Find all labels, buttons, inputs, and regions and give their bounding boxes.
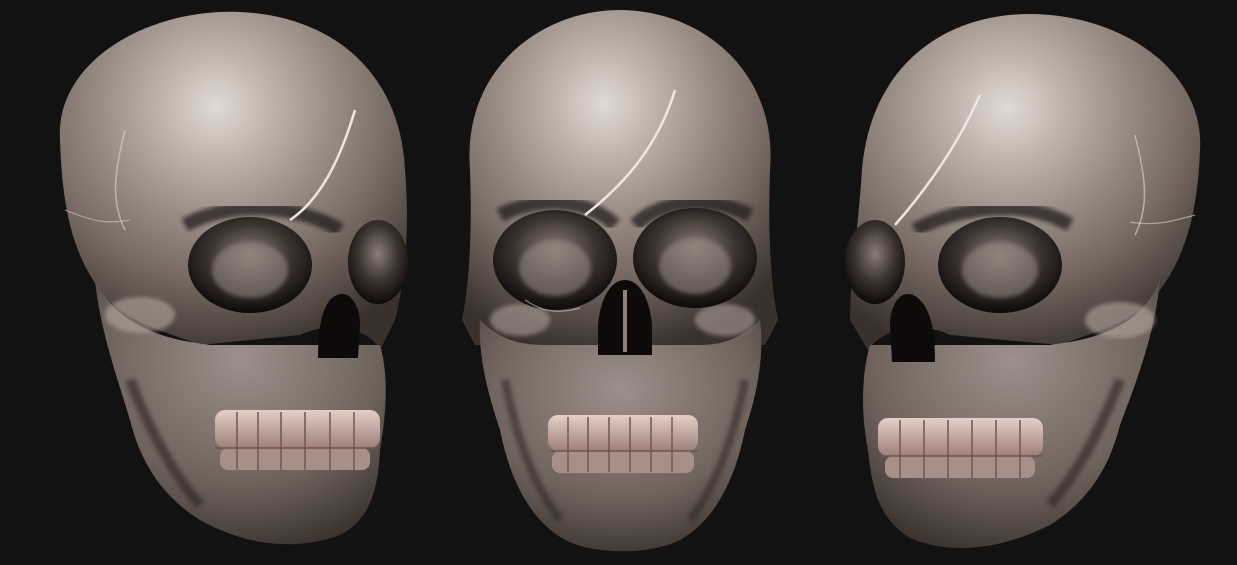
- eye-socket-left-b: [348, 220, 408, 304]
- teeth-left: [215, 410, 380, 470]
- skull-view-right: [845, 14, 1201, 548]
- skull-render-svg: [59, 10, 1201, 552]
- teeth-right: [878, 418, 1043, 478]
- eye-socket-right-b: [845, 220, 905, 304]
- skull-view-front: [462, 10, 778, 552]
- skull-render-canvas: [0, 0, 1237, 565]
- skull-view-left: [59, 11, 408, 545]
- teeth-front: [548, 415, 698, 473]
